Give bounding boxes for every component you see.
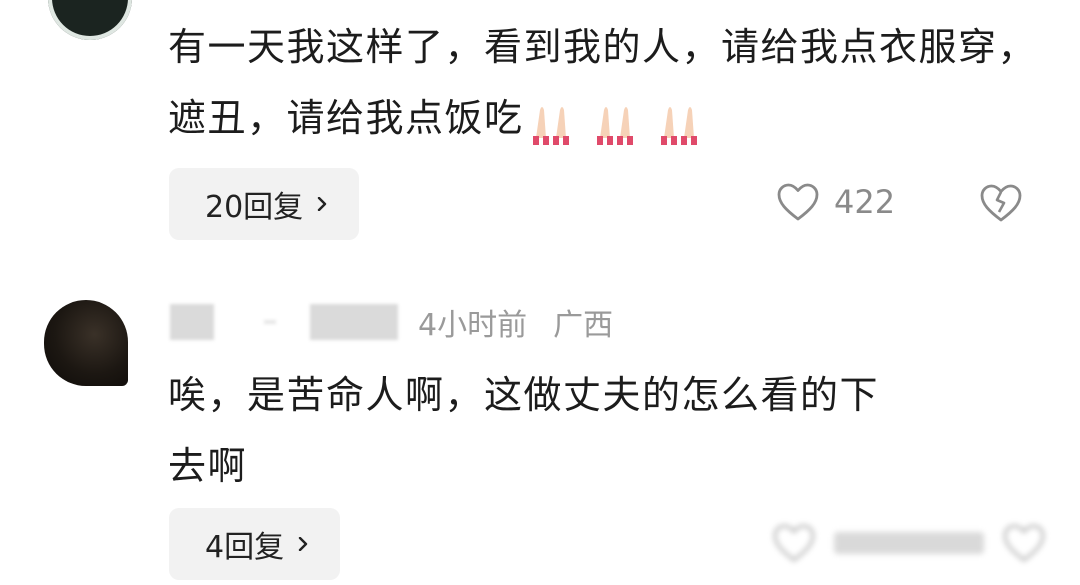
username-redacted <box>264 320 276 324</box>
comment-text: 唉，是苦命人啊，这做丈夫的怎么看的下 去啊 <box>168 360 1048 502</box>
avatar[interactable] <box>44 300 128 386</box>
comment-text-line-2: 去啊 <box>168 444 248 488</box>
broken-heart-icon[interactable] <box>978 182 1024 224</box>
like-count: 422 <box>834 183 896 221</box>
comment-text-line-1: 唉，是苦命人啊，这做丈夫的怎么看的下 <box>168 373 880 417</box>
comment-time: 4小时前 <box>418 308 528 343</box>
reply-count-label: 4回复 <box>205 530 285 565</box>
comment-meta: 4小时前 广西 <box>170 304 613 343</box>
username-redacted <box>170 304 214 340</box>
username-redacted <box>310 304 398 340</box>
broken-heart-icon <box>1003 524 1045 562</box>
heart-icon <box>773 524 815 562</box>
like-button[interactable]: 422 <box>776 182 895 222</box>
reply-count-label: 20回复 <box>205 190 304 225</box>
chevron-right-icon <box>317 197 327 211</box>
avatar[interactable] <box>48 0 132 40</box>
comment-location: 广西 <box>553 308 614 343</box>
comment-text: 有一天我这样了，看到我的人，请给我点衣服穿，遮丑，请给我点饭吃 <box>168 12 1048 154</box>
replies-button[interactable]: 20回复 <box>169 168 360 240</box>
watermark-actions-blurred <box>772 518 1072 568</box>
folded-hands-icon <box>590 98 652 145</box>
chevron-right-icon <box>298 537 308 551</box>
folded-hands-icon <box>654 98 716 145</box>
heart-icon <box>777 183 819 221</box>
folded-hands-icon <box>526 98 588 145</box>
replies-button[interactable]: 4回复 <box>169 508 341 580</box>
